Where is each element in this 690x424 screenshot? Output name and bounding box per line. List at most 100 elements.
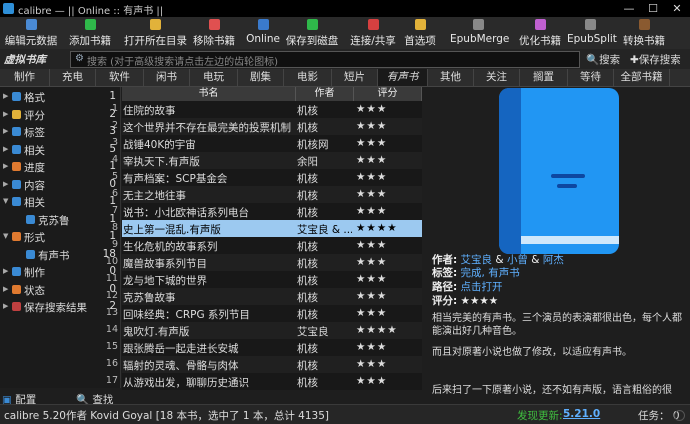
vl-tab[interactable]: 全部书籍 [614, 69, 670, 86]
book-rating: ★★★ [356, 137, 388, 149]
vl-tab[interactable]: 短片 [332, 69, 378, 86]
book-row[interactable]: 生化危机的故事系列 机核 ★★★ [122, 237, 422, 255]
book-list[interactable]: 书名 作者 评分 住院的故事 机核 ★★★ 这个世界并不存在最完美的投票机制 机核 ★★★… [122, 87, 422, 390]
search-input[interactable]: ⚙ 搜索 (对于高级搜索请点击左边的齿轮图标) [70, 51, 580, 68]
detail-path: 路径: 点击打开 [432, 281, 503, 293]
title-column-header[interactable]: 书名 [122, 87, 296, 101]
expand-arrow-icon[interactable]: ▶ [3, 267, 11, 275]
gear-icon[interactable]: ⚙ [75, 53, 84, 64]
expand-arrow-icon[interactable]: ▶ [3, 302, 11, 310]
vl-tab[interactable]: 电玩 [190, 69, 238, 86]
row-number: 2 [111, 120, 118, 131]
vl-tab[interactable]: 充电 [50, 69, 96, 86]
comment-paragraph: 相当完美的有声书。三个演员的表演都很出色，每个人都能演出好几种音色。 [432, 313, 682, 337]
collapse-arrow-icon[interactable]: ▼ [3, 232, 11, 240]
row-number: 14 [105, 324, 118, 335]
row-number: 1 [111, 103, 118, 114]
row-number: 10 [105, 256, 118, 267]
book-row[interactable]: 回味经典：CRPG 系列节目 机核 ★★★ [122, 305, 422, 323]
category-icon [12, 267, 21, 276]
expand-arrow-icon[interactable]: ▶ [3, 180, 11, 188]
close-button[interactable]: ✕ [665, 0, 689, 17]
book-row[interactable]: 说书：小北欧神话系列电台 机核 ★★★ [122, 203, 422, 221]
epubmerge-button[interactable]: EpubMerge [450, 17, 509, 49]
category-icon [12, 162, 21, 171]
vl-tab[interactable]: 电影 [284, 69, 332, 86]
book-row[interactable]: 无主之地往事 机核 ★★★ [122, 186, 422, 204]
expand-arrow-icon[interactable]: ▶ [3, 145, 11, 153]
cover-line [551, 174, 585, 178]
virtual-library-tabs: 制作 充电 软件 闲书 电玩 剧集 电影 短片 有声书 其他 关注 搁置 等待 全部书籍 [0, 69, 690, 87]
row-number: 16 [105, 358, 118, 369]
book-title: 魔兽故事系列节目 [123, 258, 207, 270]
collapse-arrow-icon[interactable]: ▼ [3, 197, 11, 205]
book-row[interactable]: 从游戏出发，聊聊历史通识 机核 ★★★ [122, 373, 422, 390]
vl-tab[interactable]: 闲书 [144, 69, 190, 86]
book-rating: ★★★ [356, 307, 388, 319]
polish-books-button[interactable]: 优化书籍 [518, 17, 562, 49]
save-to-disk-button[interactable]: 保存到磁盘 [285, 17, 339, 49]
convert-books-button[interactable]: 转换书籍 [620, 17, 668, 49]
category-icon [12, 92, 21, 101]
path-link[interactable]: 点击打开 [461, 281, 503, 293]
update-version-link[interactable]: 5.21.0 [563, 408, 600, 420]
add-books-button[interactable]: 添加书籍 [66, 17, 114, 49]
preferences-button[interactable]: 首选项 [402, 17, 438, 49]
book-row[interactable]: 宰执天下.有声版 余阳 ★★★ [122, 152, 422, 170]
book-cover[interactable] [499, 88, 619, 254]
book-row[interactable]: 战锤40K的宇宙 机核网 ★★★ [122, 135, 422, 153]
author-link[interactable]: 阿杰 [543, 254, 564, 266]
minimize-button[interactable]: — [617, 0, 641, 17]
book-row[interactable]: 这个世界并不存在最完美的投票机制 机核 ★★★ [122, 118, 422, 136]
book-row[interactable]: 史上第一混乱.有声版 艾宝良 & ... ★★★★ [122, 220, 422, 238]
open-folder-button[interactable]: 打开所在目录 [124, 17, 187, 49]
book-row[interactable]: 有声档案：SCP基金会 机核 ★★★ [122, 169, 422, 187]
vl-tab[interactable]: 其他 [428, 69, 474, 86]
author-column-header[interactable]: 作者 [296, 87, 354, 101]
tag-label: 相关 [24, 197, 45, 209]
book-author: 机核 [297, 190, 318, 202]
vl-tab[interactable]: 搁置 [520, 69, 568, 86]
book-pages [521, 236, 619, 244]
tag-label: 克苏鲁 [38, 214, 70, 227]
search-button[interactable]: 🔍搜索 [586, 52, 620, 67]
vl-tab[interactable]: 有声书 [378, 69, 428, 86]
book-row[interactable]: 鬼吹灯.有声版 艾宝良 ★★★★ [122, 322, 422, 340]
save-search-button[interactable]: ✚保存搜索 [630, 52, 681, 67]
vl-tab[interactable]: 制作 [0, 69, 50, 86]
book-row[interactable]: 龙与地下城的世界 机核 ★★★ [122, 271, 422, 289]
maximize-button[interactable]: ☐ [641, 0, 665, 17]
book-row[interactable]: 辐射的灵魂、骨骼与肉体 机核 ★★★ [122, 356, 422, 374]
category-icon [12, 179, 21, 189]
remove-books-button[interactable]: 移除书籍 [190, 17, 238, 49]
tags-link[interactable]: 完成, 有声书 [461, 267, 520, 279]
book-rating: ★★★ [356, 358, 388, 370]
vl-tab[interactable]: 软件 [96, 69, 144, 86]
expand-arrow-icon[interactable]: ▶ [3, 285, 11, 293]
connect-share-button[interactable]: 连接/共享 [349, 17, 397, 49]
expand-arrow-icon[interactable]: ▶ [3, 162, 11, 170]
book-title: 鬼吹灯.有声版 [123, 326, 190, 338]
book-row[interactable]: 克苏鲁故事 机核 ★★★ [122, 288, 422, 306]
vl-tab[interactable]: 剧集 [238, 69, 284, 86]
epubsplit-button[interactable]: EpubSplit [567, 17, 617, 49]
edit-metadata-button[interactable]: 编辑元数据 [2, 17, 60, 49]
vl-tab[interactable]: 等待 [568, 69, 614, 86]
search-placeholder: 搜索 (对于高级搜索请点击左边的齿轮图标) [87, 57, 278, 68]
book-author: 机核 [297, 292, 318, 304]
book-row[interactable]: 跟张腾岳一起走进长安城 机核 ★★★ [122, 339, 422, 357]
tag-label: 制作 [24, 267, 45, 279]
vl-tab[interactable]: 关注 [474, 69, 520, 86]
expand-arrow-icon[interactable]: ▶ [3, 110, 11, 118]
online-button[interactable]: Online [245, 17, 281, 49]
book-title: 住院的故事 [123, 105, 176, 117]
expand-arrow-icon[interactable]: ▶ [3, 127, 11, 135]
expand-arrow-icon[interactable]: ▶ [3, 92, 11, 100]
book-row[interactable]: 住院的故事 机核 ★★★ [122, 101, 422, 119]
book-row[interactable]: 魔兽故事系列节目 机核 ★★★ [122, 254, 422, 272]
virtual-library-button[interactable]: 虚拟书库 [4, 52, 46, 67]
search-bar: 虚拟书库 ⚙ 搜索 (对于高级搜索请点击左边的齿轮图标) 🔍搜索 ✚保存搜索 [0, 49, 690, 69]
book-title: 从游戏出发，聊聊历史通识 [123, 377, 249, 389]
search-icon: 🔍 [586, 54, 600, 66]
rating-column-header[interactable]: 评分 [354, 87, 422, 101]
